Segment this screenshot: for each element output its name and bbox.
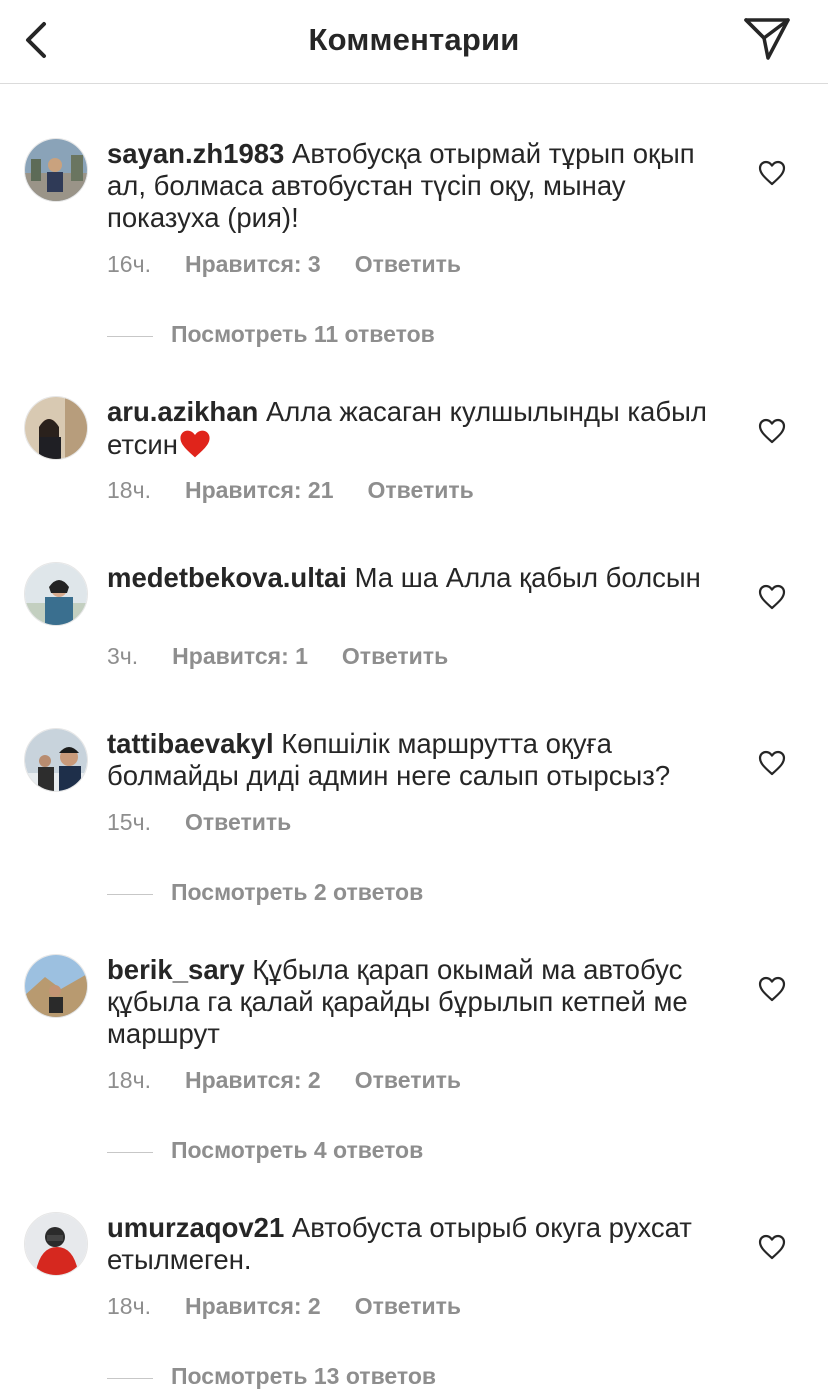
like-button[interactable] (758, 1234, 786, 1260)
comment-username[interactable]: berik_sary (107, 954, 245, 985)
view-replies-label: Посмотреть 4 ответов (171, 1137, 424, 1163)
comment-text: sayan.zh1983 Автобусқа отырмай тұрып оқы… (107, 138, 727, 234)
avatar[interactable] (24, 1212, 88, 1276)
heart-outline-icon (758, 750, 786, 776)
reply-button[interactable]: Ответить (355, 251, 461, 278)
comment-meta: 16ч. Нравится: 3 Ответить (107, 251, 461, 278)
like-button[interactable] (758, 750, 786, 776)
comment-time: 15ч. (107, 809, 151, 835)
comment-text: umurzaqov21 Автобуста отырыб окуга рухса… (107, 1212, 727, 1276)
comment-meta: 18ч. Нравится: 21 Ответить (107, 477, 474, 504)
avatar[interactable] (24, 728, 88, 792)
replies-divider (107, 1152, 153, 1153)
comment-meta: 18ч. Нравится: 2 Ответить (107, 1293, 461, 1320)
avatar[interactable] (24, 954, 88, 1018)
comment-text: aru.azikhan Алла жасаган кулшылынды кабы… (107, 396, 727, 461)
comment-text: berik_sary Құбыла қарап окымай ма автобу… (107, 954, 727, 1050)
comment-time: 18ч. (107, 1067, 151, 1093)
comment-content: Ма ша Алла қабыл болсын (354, 562, 701, 593)
comment-username[interactable]: umurzaqov21 (107, 1212, 284, 1243)
reply-button[interactable]: Ответить (355, 1293, 461, 1320)
comment-username[interactable]: aru.azikhan (107, 396, 258, 427)
avatar[interactable] (24, 396, 88, 460)
view-replies-label: Посмотреть 13 ответов (171, 1363, 437, 1389)
paper-plane-icon (744, 18, 790, 60)
heart-outline-icon (758, 418, 786, 444)
view-replies-label: Посмотреть 11 ответов (171, 321, 435, 347)
comment-username[interactable]: medetbekova.ultai (107, 562, 347, 593)
reply-button[interactable]: Ответить (355, 1067, 461, 1094)
comment-likes[interactable]: Нравится: 21 (185, 477, 334, 504)
avatar[interactable] (24, 562, 88, 626)
comment-likes[interactable]: Нравится: 2 (185, 1067, 321, 1094)
comment-username[interactable]: sayan.zh1983 (107, 138, 284, 169)
like-button[interactable] (758, 976, 786, 1002)
like-button[interactable] (758, 584, 786, 610)
comment-likes[interactable]: Нравится: 2 (185, 1293, 321, 1320)
page-title: Комментарии (308, 22, 520, 57)
top-bar: Комментарии (0, 0, 828, 84)
comment-username[interactable]: tattibaevakyl (107, 728, 274, 759)
comment-meta: 3ч. Нравится: 1 Ответить (107, 643, 448, 670)
comment-time: 16ч. (107, 251, 151, 277)
comment-text: tattibaevakyl Көпшілік маршрутта оқуға б… (107, 728, 727, 792)
comment-meta: 18ч. Нравится: 2 Ответить (107, 1067, 461, 1094)
reply-button[interactable]: Ответить (368, 477, 474, 504)
replies-divider (107, 336, 153, 337)
comment-likes[interactable]: Нравится: 3 (185, 251, 321, 278)
avatar[interactable] (24, 138, 88, 202)
comment-time: 18ч. (107, 477, 151, 503)
replies-divider (107, 894, 153, 895)
comment-time: 3ч. (107, 643, 139, 669)
comment-meta: 15ч. Ответить (107, 809, 291, 836)
like-button[interactable] (758, 418, 786, 444)
view-replies-label: Посмотреть 2 ответов (171, 879, 424, 905)
red-heart-emoji (180, 430, 210, 458)
comment-likes[interactable]: Нравится: 1 (172, 643, 308, 670)
reply-button[interactable]: Ответить (342, 643, 448, 670)
heart-outline-icon (758, 976, 786, 1002)
comment-text: medetbekova.ultai Ма ша Алла қабыл болсы… (107, 562, 727, 594)
like-button[interactable] (758, 160, 786, 186)
comment-time: 18ч. (107, 1293, 151, 1319)
heart-outline-icon (758, 160, 786, 186)
replies-divider (107, 1378, 153, 1379)
reply-button[interactable]: Ответить (185, 809, 291, 836)
share-button[interactable] (742, 16, 792, 62)
heart-outline-icon (758, 584, 786, 610)
heart-outline-icon (758, 1234, 786, 1260)
